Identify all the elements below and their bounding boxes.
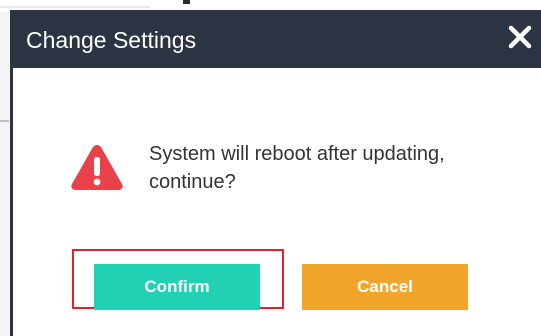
background-mark <box>183 0 190 4</box>
background-mark <box>0 120 9 122</box>
screen: Change Settings System will reboot after… <box>0 0 541 336</box>
close-icon <box>508 25 532 49</box>
dialog-title: Change Settings <box>26 27 197 53</box>
cancel-button[interactable]: Cancel <box>302 264 468 310</box>
change-settings-dialog: Change Settings System will reboot after… <box>10 10 541 336</box>
dialog-body: System will reboot after updating, conti… <box>13 68 541 336</box>
background-line <box>0 6 150 8</box>
dialog-message: System will reboot after updating, conti… <box>149 143 445 193</box>
confirm-button[interactable]: Confirm <box>94 264 260 310</box>
dialog-titlebar: Change Settings <box>10 10 541 68</box>
warning-icon <box>71 145 123 190</box>
close-button[interactable] <box>505 22 535 52</box>
